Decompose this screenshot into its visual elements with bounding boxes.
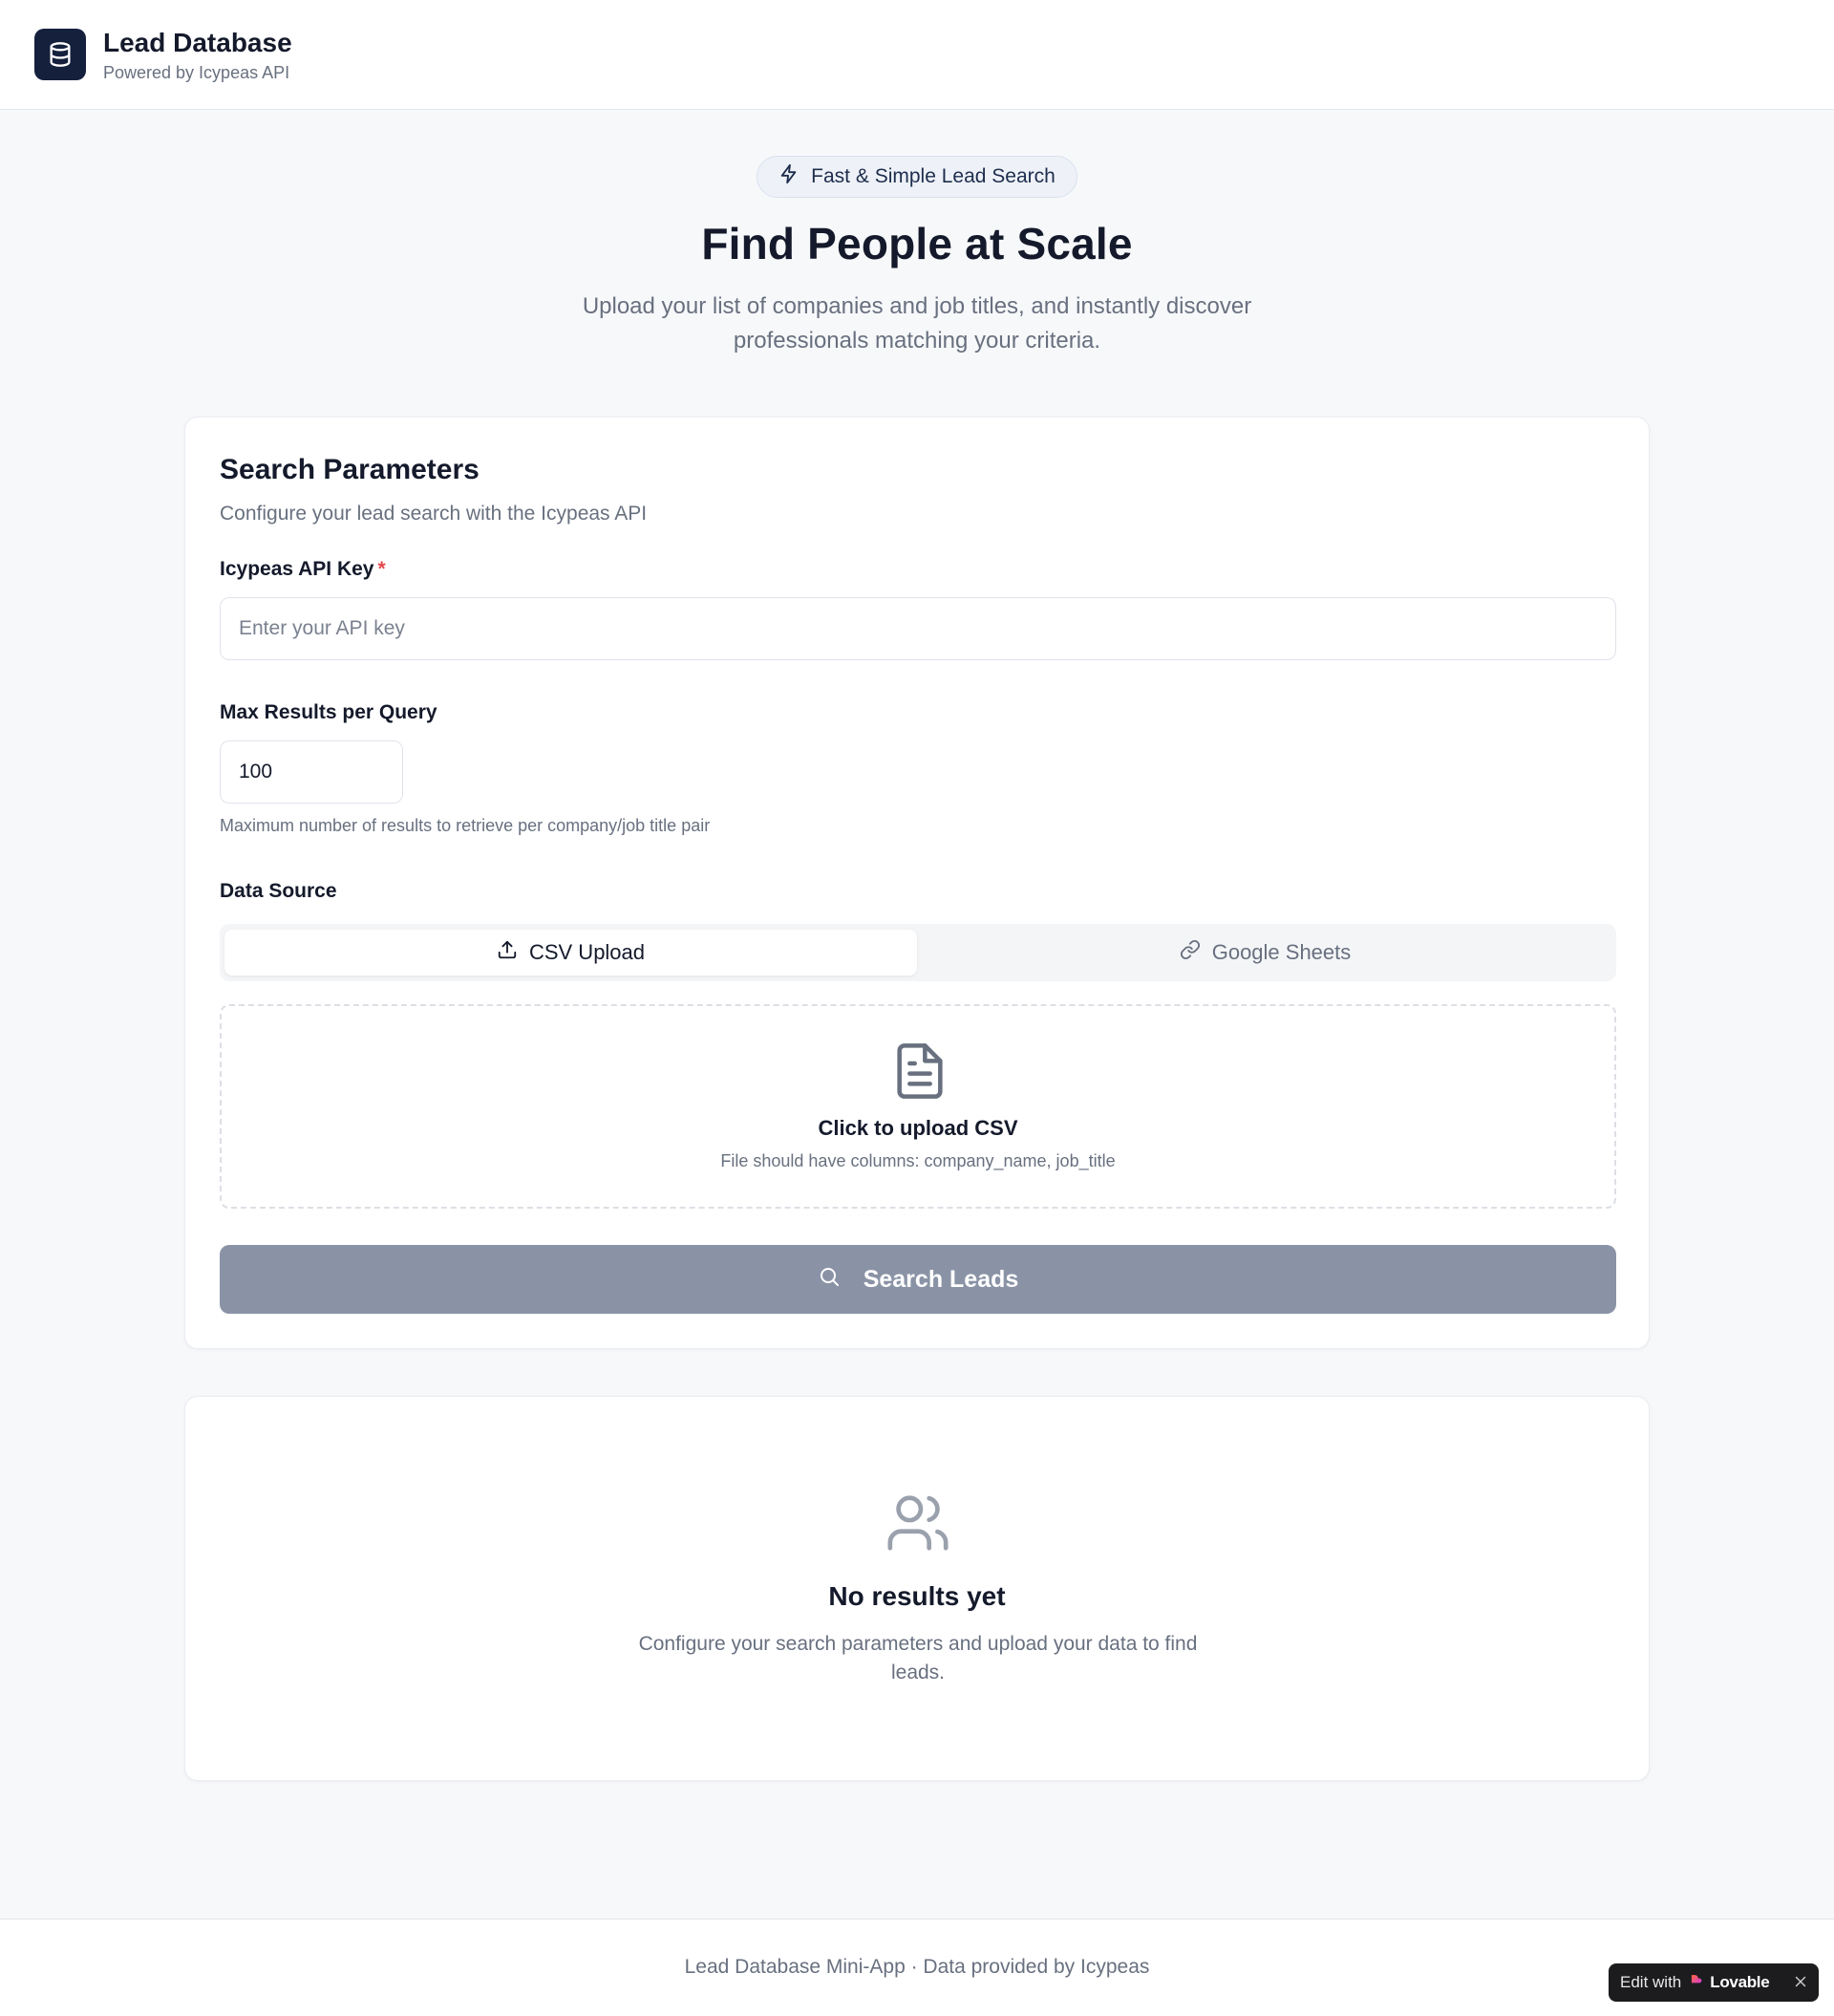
api-key-label-text: Icypeas API Key <box>220 558 374 580</box>
edit-with-label: Edit with <box>1620 1973 1682 1991</box>
empty-state-title: No results yet <box>828 1581 1006 1611</box>
brand: Lead Database Powered by Icypeas API <box>103 27 292 83</box>
api-key-input[interactable] <box>220 597 1616 660</box>
feature-badge: Fast & Simple Lead Search <box>757 156 1077 198</box>
file-text-icon <box>889 1040 950 1106</box>
lightning-icon <box>778 163 800 190</box>
lovable-heart-icon <box>1689 1973 1702 1992</box>
app-header: Lead Database Powered by Icypeas API <box>0 0 1834 110</box>
feature-badge-label: Fast & Simple Lead Search <box>811 165 1056 187</box>
search-icon <box>818 1265 841 1295</box>
close-icon[interactable] <box>1792 1973 1809 1995</box>
max-results-label: Max Results per Query <box>220 701 437 723</box>
link-icon <box>1180 939 1201 966</box>
app-title: Lead Database <box>103 27 292 57</box>
database-icon <box>34 29 86 80</box>
tab-csv-upload[interactable]: CSV Upload <box>224 930 917 976</box>
section-subtitle: Configure your lead search with the Icyp… <box>220 503 648 525</box>
data-source-tabs: CSV Upload Google Sheets <box>220 924 1616 981</box>
upload-icon <box>497 939 518 966</box>
page-description: Upload your list of companies and job ti… <box>582 293 1252 354</box>
search-parameters-card: Search Parameters Configure your lead se… <box>184 417 1650 1349</box>
section-title: Search Parameters <box>220 454 480 485</box>
api-key-label: Icypeas API Key * <box>220 558 386 581</box>
users-icon <box>885 1490 951 1561</box>
max-results-input[interactable] <box>220 740 403 804</box>
csv-dropzone[interactable]: Click to upload CSV File should have col… <box>220 1004 1616 1209</box>
app-subtitle: Powered by Icypeas API <box>103 62 290 82</box>
tab-google-sheets-label: Google Sheets <box>1211 940 1352 964</box>
upload-title: Click to upload CSV <box>818 1116 1018 1140</box>
footer-text: Lead Database Mini-App · Data provided b… <box>684 1956 1150 1978</box>
required-asterisk: * <box>377 558 386 580</box>
empty-state-description: Configure your search parameters and upl… <box>638 1633 1198 1684</box>
upload-hint: File should have columns: company_name, … <box>720 1151 1116 1170</box>
data-source-label: Data Source <box>220 880 337 902</box>
page-title: Find People at Scale <box>701 219 1133 268</box>
results-card: No results yet Configure your search par… <box>184 1396 1650 1781</box>
tab-csv-upload-label: CSV Upload <box>528 940 646 964</box>
edit-with-lovable-badge[interactable]: Edit with Lovable <box>1609 1963 1819 2002</box>
max-results-help: Maximum number of results to retrieve pe… <box>220 816 711 835</box>
search-leads-label: Search Leads <box>863 1265 1019 1293</box>
search-leads-button[interactable]: Search Leads <box>220 1245 1616 1314</box>
app-footer: Lead Database Mini-App · Data provided b… <box>0 1919 1834 2016</box>
lovable-brand: Lovable <box>1710 1973 1770 1991</box>
tab-google-sheets[interactable]: Google Sheets <box>919 930 1611 976</box>
